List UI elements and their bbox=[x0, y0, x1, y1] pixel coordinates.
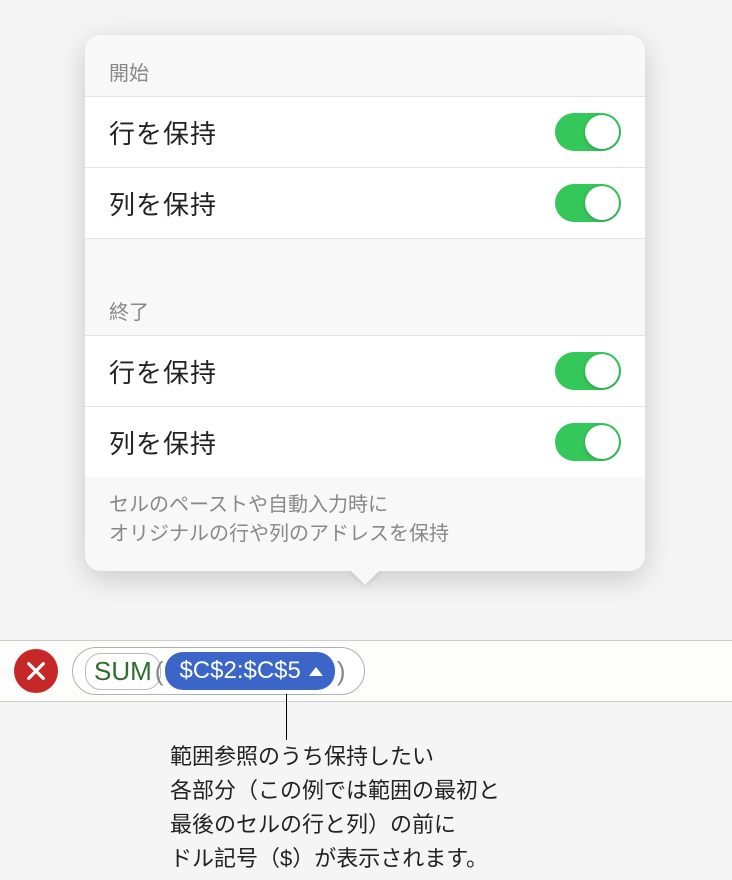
popover-footer-note: セルのペーストや自動入力時にオリジナルの行や列のアドレスを保持 bbox=[85, 477, 645, 571]
callout-leader-line bbox=[286, 694, 287, 740]
label-preserve-col-start: 列を保持 bbox=[109, 185, 217, 222]
toggle-preserve-col-start[interactable] bbox=[555, 184, 621, 222]
cancel-formula-button[interactable] bbox=[14, 649, 58, 693]
triangle-up-icon bbox=[309, 667, 323, 676]
section-header-start: 開始 bbox=[85, 35, 645, 96]
toggle-preserve-col-end[interactable] bbox=[555, 423, 621, 461]
reference-text: $C$2:$C$5 bbox=[179, 657, 300, 685]
toggle-preserve-row-end[interactable] bbox=[555, 352, 621, 390]
label-preserve-col-end: 列を保持 bbox=[109, 424, 217, 461]
row-start-preserve-col: 列を保持 bbox=[85, 167, 645, 238]
open-paren: ( bbox=[155, 656, 164, 687]
callout-annotation: 範囲参照のうち保持したい各部分（この例では範囲の最初と最後のセルの行と列）の前に… bbox=[170, 740, 640, 876]
section-header-end: 終了 bbox=[85, 274, 645, 335]
section-gap bbox=[85, 238, 645, 274]
row-start-preserve-row: 行を保持 bbox=[85, 96, 645, 167]
preserve-reference-popover: 開始 行を保持 列を保持 終了 行を保持 列を保持 セルのペーストや自動入力時に… bbox=[85, 35, 645, 571]
row-end-preserve-row: 行を保持 bbox=[85, 335, 645, 406]
formula-bar: SUM ( $C$2:$C$5 ) bbox=[0, 640, 732, 702]
function-token[interactable]: SUM bbox=[85, 653, 161, 690]
close-icon bbox=[25, 660, 47, 682]
formula-input[interactable]: SUM ( $C$2:$C$5 ) bbox=[72, 647, 365, 695]
toggle-preserve-row-start[interactable] bbox=[555, 113, 621, 151]
label-preserve-row-start: 行を保持 bbox=[109, 114, 217, 151]
row-end-preserve-col: 列を保持 bbox=[85, 406, 645, 477]
close-paren: ) bbox=[337, 656, 346, 687]
cell-range-reference-pill[interactable]: $C$2:$C$5 bbox=[165, 652, 334, 690]
label-preserve-row-end: 行を保持 bbox=[109, 353, 217, 390]
